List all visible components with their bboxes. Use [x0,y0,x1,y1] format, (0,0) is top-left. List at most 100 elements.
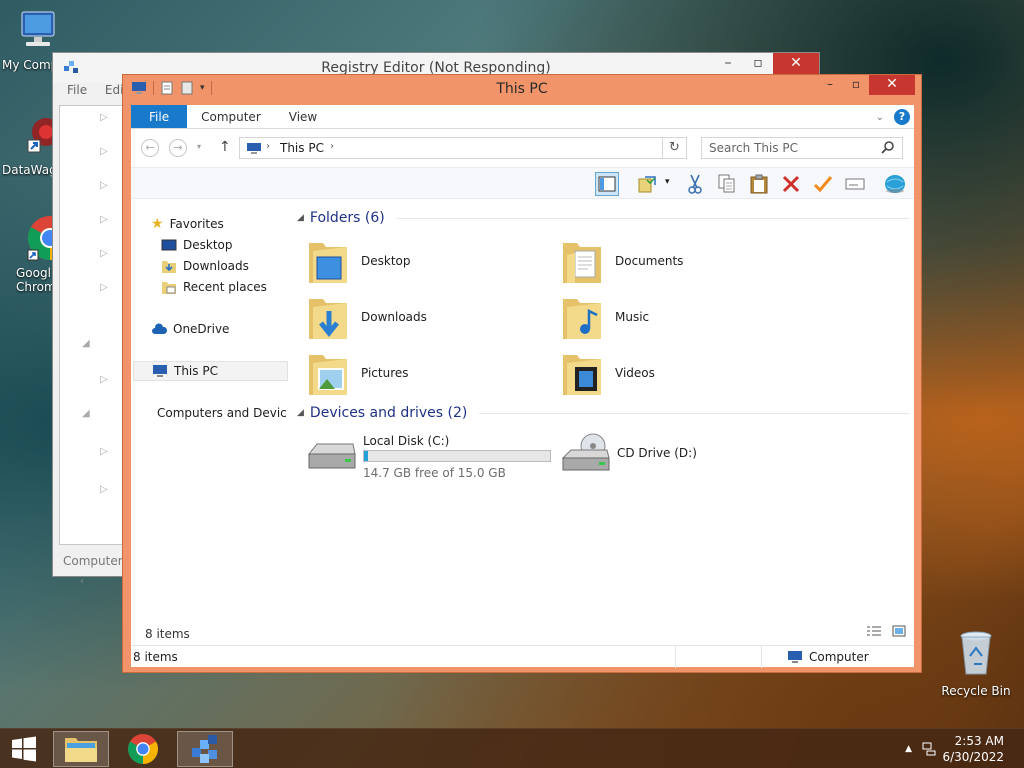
explorer-body: File Computer View ⌄ ? ← → ▾ ↑ › This PC… [131,105,914,668]
large-icons-view-icon[interactable] [892,625,906,637]
tree-expander[interactable]: ▷ [100,146,108,157]
nav-onedrive[interactable]: OneDrive [151,319,287,339]
expand-ribbon-icon[interactable]: ⌄ [876,112,884,123]
back-button[interactable]: ← [141,139,159,157]
tree-expander[interactable]: ▷ [100,446,108,457]
registry-maximize-button[interactable]: ▫ [743,53,773,75]
close-button[interactable]: ✕ [869,75,915,95]
chevron-right-icon[interactable]: › [330,141,334,152]
desktop-icon-recycle-bin[interactable]: Recycle Bin [940,630,1012,698]
breadcrumb-this-pc[interactable]: This PC [280,141,324,155]
folder-downloads[interactable]: Downloads [307,292,547,342]
cd-drive-icon [561,433,610,471]
tree-expander[interactable]: ▷ [100,214,108,225]
view-switcher [866,625,906,637]
tree-expander[interactable]: ▷ [100,282,108,293]
tree-expander[interactable]: ▷ [100,374,108,385]
rename-icon [845,178,865,190]
minimize-button[interactable]: – [817,75,843,95]
tab-file[interactable]: File [131,105,188,128]
taskbar-chrome[interactable] [115,731,171,767]
drive-label: CD Drive (D:) [617,446,697,460]
network-status-icon[interactable] [922,742,936,756]
registry-editor-icon [192,735,217,763]
group-title: Devices and drives (2) [309,405,468,421]
downloads-icon [162,261,176,273]
start-button[interactable] [0,731,48,767]
tab-computer[interactable]: Computer [187,105,275,128]
delete-button[interactable] [779,172,803,196]
registry-close-button[interactable]: ✕ [773,53,819,75]
chevron-right-icon[interactable]: › [266,141,270,152]
nav-this-pc[interactable]: This PC [133,361,288,381]
videos-folder-icon [563,355,601,395]
status-item-count: 8 items [133,650,178,664]
folder-documents[interactable]: Documents [561,236,801,286]
maximize-button[interactable]: ▫ [843,75,869,95]
globe-button[interactable] [883,172,907,196]
tree-expander[interactable]: ▷ [100,180,108,191]
up-button[interactable]: ↑ [219,139,231,155]
delete-icon [782,175,800,193]
nav-desktop[interactable]: Desktop [161,235,297,255]
taskbar-file-explorer[interactable] [53,731,109,767]
recent-locations-icon[interactable]: ▾ [197,142,201,151]
explorer-window[interactable]: ▾ This PC – ▫ ✕ File Computer View ⌄ ? ←… [122,74,922,673]
explorer-title-bar[interactable]: ▾ This PC – ▫ ✕ [123,75,921,105]
group-header-devices[interactable]: ◢ Devices and drives (2) [297,405,909,421]
checkmark-button[interactable] [811,172,835,196]
collapse-icon[interactable]: ◢ [297,408,304,418]
folder-label: Videos [615,366,655,380]
computer-icon [153,365,167,377]
documents-folder-icon [563,243,601,283]
chevron-down-icon[interactable]: ▾ [665,177,670,187]
registry-menu-file[interactable]: File [67,83,87,97]
tree-expander[interactable]: ◢ [82,338,90,349]
collapse-icon[interactable]: ◢ [297,213,304,223]
address-row: ← → ▾ ↑ › This PC › ⌄ ↻ [131,129,914,167]
folder-desktop[interactable]: Desktop [307,236,547,286]
tree-expander[interactable]: ▷ [100,112,108,123]
tree-expander[interactable]: ▷ [100,484,108,495]
help-icon[interactable]: ? [894,109,910,125]
desktop-icon-my-computer[interactable]: My Comp [2,10,74,72]
preview-pane-icon [598,176,616,192]
refresh-button[interactable]: ↻ [663,137,687,159]
tab-view[interactable]: View [275,105,331,128]
drive-c[interactable]: Local Disk (C:) 14.7 GB free of 15.0 GB [307,430,557,480]
nav-downloads[interactable]: Downloads [161,256,297,276]
forward-button[interactable]: → [169,139,187,157]
taskbar-registry-editor[interactable] [177,731,233,767]
tree-expander[interactable]: ▷ [100,248,108,259]
nav-network[interactable]: Computers and Devices [151,403,287,423]
copy-button[interactable] [715,172,739,196]
folder-videos[interactable]: Videos [561,348,801,398]
clock[interactable]: 2:53 AM 6/30/2022 [942,733,1004,765]
computer-icon [788,651,802,663]
folder-music[interactable]: Music [561,292,801,342]
nav-label: Desktop [183,238,233,252]
desktop-icon-label: Googl Chrom [16,266,56,294]
nav-recent-places[interactable]: Recent places [161,277,297,297]
search-input[interactable] [701,137,903,159]
folder-pictures[interactable]: Pictures [307,348,547,398]
registry-minimize-button[interactable]: – [713,53,743,75]
paste-button[interactable] [747,172,771,196]
address-bar[interactable]: › This PC › ⌄ [239,137,760,159]
clipboard-icon [750,174,768,194]
registry-tree-pane[interactable]: ▷ ▷ ▷ ▷ ▷ ▷ ◢ ▷ ◢ ▷ ▷ ‹ [59,105,125,587]
details-view-icon[interactable] [866,625,882,637]
show-hidden-icons-icon[interactable]: ▲ [905,744,912,754]
search-icon[interactable] [881,140,895,154]
group-header-folders[interactable]: ◢ Folders (6) [297,210,909,226]
preview-pane-button[interactable] [595,172,619,196]
nav-favorites[interactable]: ★ Favorites [151,214,287,234]
cut-button[interactable] [683,172,707,196]
properties-button[interactable] [635,172,659,196]
drive-d[interactable]: CD Drive (D:) [561,430,811,480]
scroll-left-arrow[interactable]: ‹ [80,576,84,587]
status-location-label: Computer [809,650,869,664]
rename-button[interactable] [843,172,867,196]
group-title: Folders (6) [309,210,385,226]
tree-expander[interactable]: ◢ [82,408,90,419]
